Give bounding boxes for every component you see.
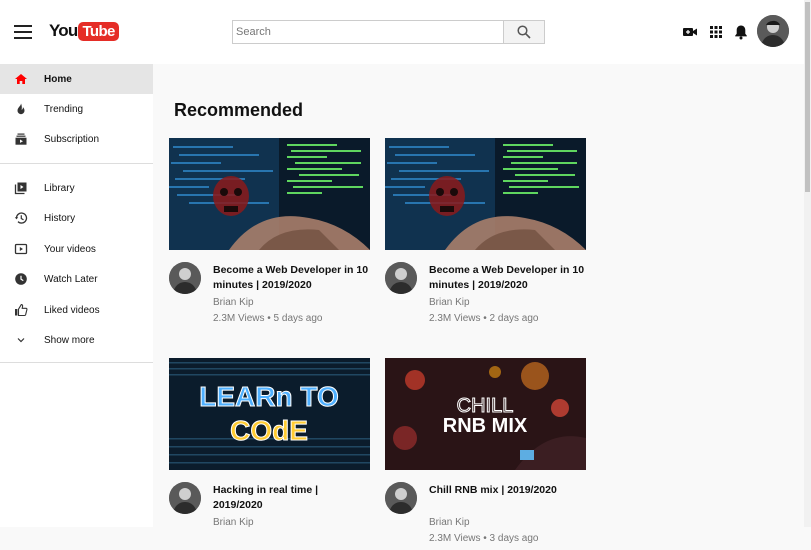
thumbnail-text-line1: CHILL (457, 395, 514, 417)
library-icon (14, 182, 27, 195)
video-stats: 2.3M Views • 2 days ago (429, 313, 539, 324)
trending-icon (17, 103, 25, 115)
history-icon (14, 212, 28, 224)
thumbnail-text-line1: LEARn TO (199, 381, 338, 412)
video-camera-icon[interactable] (682, 24, 698, 40)
video-meta: Chill RNB mix | 2019/2020 Brian Kip 2.3M… (385, 470, 586, 550)
channel-avatar[interactable] (169, 262, 201, 294)
apps-grid-icon[interactable] (708, 24, 724, 40)
search-button[interactable] (503, 21, 544, 43)
top-bar: You Tube (0, 0, 811, 64)
chevron-down-icon (17, 338, 25, 343)
section-title: Recommended (174, 100, 304, 120)
sidebar-item-show-more[interactable]: Show more (0, 325, 153, 355)
video-title[interactable]: Become a Web Developer in 10 minutes | 2… (213, 263, 370, 293)
sidebar-item-liked-videos[interactable]: Liked videos (0, 295, 153, 325)
video-card[interactable]: LEARn TO COdE Hacking in real time | 201… (169, 358, 370, 550)
sidebar-item-label: Liked videos (44, 304, 100, 316)
sidebar-item-trending[interactable]: Trending (0, 94, 153, 124)
sidebar-item-history[interactable]: History (0, 203, 153, 233)
like-icon (15, 304, 28, 317)
main-content: Recommended Become a Web Developer in 10… (153, 64, 804, 544)
sidebar-item-your-videos[interactable]: Your videos (0, 234, 153, 264)
watch-later-icon (15, 273, 27, 285)
sidebar-item-label: Your videos (44, 243, 96, 255)
logo-you-text: You (49, 21, 78, 40)
video-thumbnail[interactable]: CHILL RNB MIX (385, 358, 586, 470)
video-thumbnail[interactable]: LEARn TO COdE (169, 358, 370, 470)
page-scrollbar[interactable] (804, 0, 811, 527)
sidebar-item-label: Library (44, 182, 75, 194)
video-meta: Become a Web Developer in 10 minutes | 2… (169, 250, 370, 330)
sidebar: Home Trending Subscription Library Histo… (0, 64, 153, 527)
channel-name[interactable]: Brian Kip (213, 517, 254, 528)
video-thumbnail[interactable] (169, 138, 370, 250)
video-stats: 2.3M Views • 5 days ago (213, 313, 323, 324)
sidebar-item-label: Trending (44, 103, 84, 115)
notification-bell-icon[interactable] (733, 24, 749, 40)
channel-name[interactable]: Brian Kip (429, 517, 470, 528)
logo-tube-text: Tube (78, 21, 119, 41)
hamburger-menu-icon[interactable] (14, 25, 32, 39)
youtube-logo[interactable]: You Tube (49, 20, 119, 42)
channel-avatar[interactable] (169, 482, 201, 514)
home-icon (15, 74, 27, 84)
sidebar-divider (0, 163, 153, 164)
video-title[interactable]: Hacking in real time | 2019/2020 (213, 483, 370, 513)
channel-name[interactable]: Brian Kip (213, 297, 254, 308)
sidebar-item-label: History (44, 212, 76, 224)
thumbnail-text-line2: COdE (230, 415, 308, 446)
user-avatar[interactable] (757, 15, 789, 47)
sidebar-item-watch-later[interactable]: Watch Later (0, 264, 153, 294)
sidebar-item-label: Show more (44, 334, 95, 346)
sidebar-item-label: Home (44, 73, 72, 85)
channel-avatar[interactable] (385, 262, 417, 294)
scrollbar-thumb[interactable] (805, 2, 810, 192)
sidebar-item-subscription[interactable]: Subscription (0, 124, 153, 154)
video-meta: Hacking in real time | 2019/2020 Brian K… (169, 470, 370, 550)
thumbnail-text-line2: RNB MIX (443, 415, 528, 437)
video-card[interactable]: CHILL RNB MIX Chill RNB mix | 2019/2020 … (385, 358, 586, 550)
video-stats: 2.3M Views • 3 days ago (429, 533, 539, 544)
sidebar-divider (0, 362, 153, 363)
search-icon (517, 25, 531, 39)
sidebar-item-home[interactable]: Home (0, 64, 153, 94)
subscription-icon (15, 133, 27, 145)
search-bar (232, 20, 545, 44)
sidebar-item-label: Subscription (44, 133, 100, 145)
video-title[interactable]: Chill RNB mix | 2019/2020 (429, 483, 586, 498)
video-card[interactable]: Become a Web Developer in 10 minutes | 2… (385, 138, 586, 330)
your-videos-icon (14, 243, 28, 255)
video-title[interactable]: Become a Web Developer in 10 minutes | 2… (429, 263, 586, 293)
sidebar-item-library[interactable]: Library (0, 173, 153, 203)
sidebar-item-label: Watch Later (44, 273, 98, 285)
search-input[interactable] (233, 21, 504, 43)
video-card[interactable]: Become a Web Developer in 10 minutes | 2… (169, 138, 370, 330)
video-thumbnail[interactable] (385, 138, 586, 250)
channel-name[interactable]: Brian Kip (429, 297, 470, 308)
video-meta: Become a Web Developer in 10 minutes | 2… (385, 250, 586, 330)
channel-avatar[interactable] (385, 482, 417, 514)
